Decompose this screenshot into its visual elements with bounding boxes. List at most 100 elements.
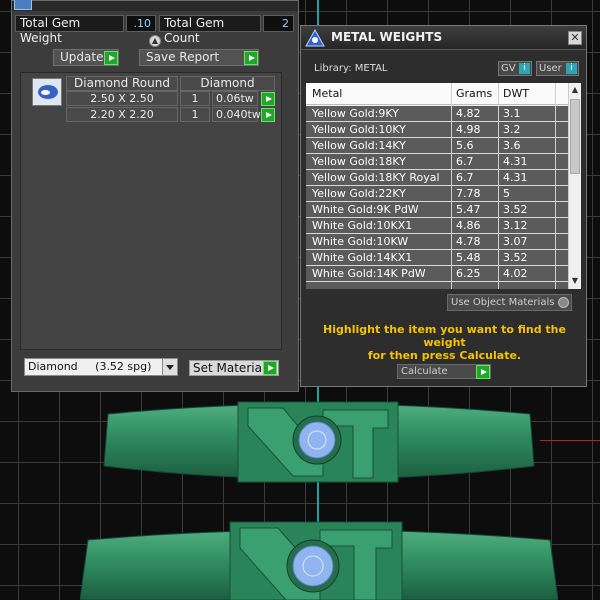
gem-row[interactable]: 2.20 X 2.20 1 0.040tw bbox=[21, 107, 283, 122]
gem-weight: 0.040tw bbox=[212, 107, 261, 122]
gem-count: 1 bbox=[180, 107, 210, 122]
play-arrow-icon bbox=[104, 51, 118, 65]
gem-size: 2.50 X 2.50 bbox=[66, 91, 178, 106]
set-material-button[interactable]: Set Material bbox=[189, 360, 279, 376]
metal-name: White Gold:14KX1 bbox=[312, 251, 413, 264]
scrollbar-thumb[interactable] bbox=[570, 99, 580, 174]
metal-name: Yellow Gold:18KY Royal bbox=[312, 171, 440, 184]
table-row[interactable]: Yellow Gold:14KY 5.6 3.6 bbox=[306, 138, 568, 154]
metal-name: Yellow Gold:22KY bbox=[312, 187, 406, 200]
instruction-line-2: for then press Calculate. bbox=[367, 349, 522, 362]
update-label: Update bbox=[60, 50, 104, 64]
column-divider bbox=[498, 83, 499, 289]
metal-grams: 5.48 bbox=[456, 251, 481, 264]
play-arrow-icon bbox=[244, 51, 258, 65]
gem-weight-panel: Total Gem Weight .10 Total Gem Count 2 ▲… bbox=[11, 0, 299, 392]
metal-name: Yellow Gold:14KY bbox=[312, 139, 406, 152]
gem-row[interactable]: 2.50 X 2.50 1 0.06tw bbox=[21, 91, 283, 106]
metal-dwt: 3.6 bbox=[503, 139, 521, 152]
table-scrollbar[interactable]: ▲ ▼ bbox=[568, 83, 581, 289]
table-row[interactable]: Yellow Gold:9KY 4.82 3.1 bbox=[306, 106, 568, 122]
gv-toggle[interactable]: GV i bbox=[498, 61, 532, 76]
ring-model-top[interactable] bbox=[98, 396, 540, 492]
play-arrow-icon[interactable] bbox=[261, 108, 275, 122]
table-row[interactable]: White Gold:14K PdW 6.25 4.02 bbox=[306, 266, 568, 282]
total-gem-count-value: 2 bbox=[263, 15, 294, 32]
metal-dwt: 4.31 bbox=[503, 171, 528, 184]
material-select-value: Diamond (3.52 spg) bbox=[28, 360, 152, 373]
metal-grams: 6.25 bbox=[456, 267, 481, 280]
total-gem-weight-value: .10 bbox=[126, 15, 156, 32]
set-material-label: Set Material bbox=[193, 361, 266, 375]
gem-stone[interactable] bbox=[292, 545, 334, 587]
metal-grams: 6.7 bbox=[456, 171, 474, 184]
metal-grams: 6.7 bbox=[456, 155, 474, 168]
metal-grams: 4.86 bbox=[456, 219, 481, 232]
table-row[interactable] bbox=[306, 282, 568, 289]
panel-title: METAL WEIGHTS bbox=[331, 30, 443, 44]
instruction-line-1: Highlight the item you want to find the … bbox=[323, 323, 566, 349]
collapse-icon[interactable]: ▲ bbox=[149, 35, 161, 47]
metal-dwt: 4.02 bbox=[503, 267, 528, 280]
x-axis-line bbox=[540, 440, 600, 441]
column-header-dwt: DWT bbox=[503, 87, 530, 100]
close-icon[interactable]: ✕ bbox=[568, 31, 582, 45]
calculate-button[interactable]: Calculate bbox=[397, 364, 491, 379]
metal-name: White Gold:10KW bbox=[312, 235, 409, 248]
table-row[interactable]: White Gold:14KX1 5.48 3.52 bbox=[306, 250, 568, 266]
scroll-down-icon[interactable]: ▼ bbox=[570, 275, 580, 287]
save-report-button[interactable]: Save Report bbox=[139, 49, 259, 66]
table-row[interactable]: Yellow Gold:18KY 6.7 4.31 bbox=[306, 154, 568, 170]
metal-name: White Gold:10KX1 bbox=[312, 219, 413, 232]
table-row[interactable]: Yellow Gold:18KY Royal 6.7 4.31 bbox=[306, 170, 568, 186]
table-row[interactable]: Yellow Gold:22KY 7.78 5 bbox=[306, 186, 568, 202]
metal-dwt: 3.52 bbox=[503, 203, 528, 216]
metal-table[interactable]: Metal Grams DWT Yellow Gold:9KY 4.82 3.1… bbox=[306, 83, 581, 289]
table-row[interactable]: White Gold:9K PdW 5.47 3.52 bbox=[306, 202, 568, 218]
gem-weight: 0.06tw bbox=[212, 91, 258, 106]
total-gem-weight-label: Total Gem Weight bbox=[15, 15, 124, 45]
metal-grams: 5.47 bbox=[456, 203, 481, 216]
column-header-grams: Grams bbox=[456, 87, 493, 100]
gem-type-header: Diamond bbox=[180, 76, 275, 91]
metal-dwt: 3.1 bbox=[503, 107, 521, 120]
metal-dwt: 3.12 bbox=[503, 219, 528, 232]
instruction-text: Highlight the item you want to find the … bbox=[301, 323, 588, 362]
panel-titlebar bbox=[12, 0, 298, 11]
metal-name: White Gold:14K PdW bbox=[312, 267, 426, 280]
toggle-knob-icon bbox=[558, 297, 569, 308]
update-button[interactable]: Update bbox=[53, 49, 119, 66]
user-toggle[interactable]: User i bbox=[536, 61, 579, 76]
metal-name: Yellow Gold:10KY bbox=[312, 123, 406, 136]
save-report-label: Save Report bbox=[146, 50, 220, 64]
column-header-metal: Metal bbox=[312, 87, 343, 100]
use-object-materials-toggle[interactable]: Use Object Materials bbox=[447, 294, 572, 311]
gem-count: 1 bbox=[180, 91, 210, 106]
metal-grams: 4.78 bbox=[456, 235, 481, 248]
gem-stone[interactable] bbox=[298, 421, 336, 459]
gem-name-header: Diamond Round bbox=[66, 76, 178, 91]
table-header: Metal Grams DWT bbox=[306, 83, 568, 105]
chevron-down-icon[interactable] bbox=[162, 359, 177, 375]
metal-dwt: 5 bbox=[503, 187, 510, 200]
metal-dwt: 4.31 bbox=[503, 155, 528, 168]
metal-dwt: 3.07 bbox=[503, 235, 528, 248]
play-arrow-icon bbox=[476, 365, 490, 379]
gv-label: GV bbox=[501, 63, 516, 74]
metal-grams: 5.6 bbox=[456, 139, 474, 152]
ring-model-bottom[interactable] bbox=[80, 518, 558, 600]
table-row[interactable]: White Gold:10KW 4.78 3.07 bbox=[306, 234, 568, 250]
table-row[interactable]: Yellow Gold:10KY 4.98 3.2 bbox=[306, 122, 568, 138]
metal-dwt: 3.2 bbox=[503, 123, 521, 136]
scroll-up-icon[interactable]: ▲ bbox=[570, 84, 580, 96]
info-icon: i bbox=[566, 63, 577, 74]
table-row[interactable]: White Gold:10KX1 4.86 3.12 bbox=[306, 218, 568, 234]
total-gem-count-label: Total Gem Count bbox=[159, 15, 261, 45]
metal-grams: 4.82 bbox=[456, 107, 481, 120]
gem-list: Diamond Round Diamond 2.50 X 2.50 1 0.06… bbox=[20, 72, 282, 350]
info-icon: i bbox=[519, 63, 530, 74]
metal-weights-panel: METAL WEIGHTS ✕ Library: METAL GV i User… bbox=[300, 25, 587, 387]
material-select[interactable]: Diamond (3.52 spg) bbox=[24, 358, 178, 376]
play-arrow-icon[interactable] bbox=[261, 92, 275, 106]
panel-titlebar: METAL WEIGHTS ✕ bbox=[301, 26, 586, 50]
